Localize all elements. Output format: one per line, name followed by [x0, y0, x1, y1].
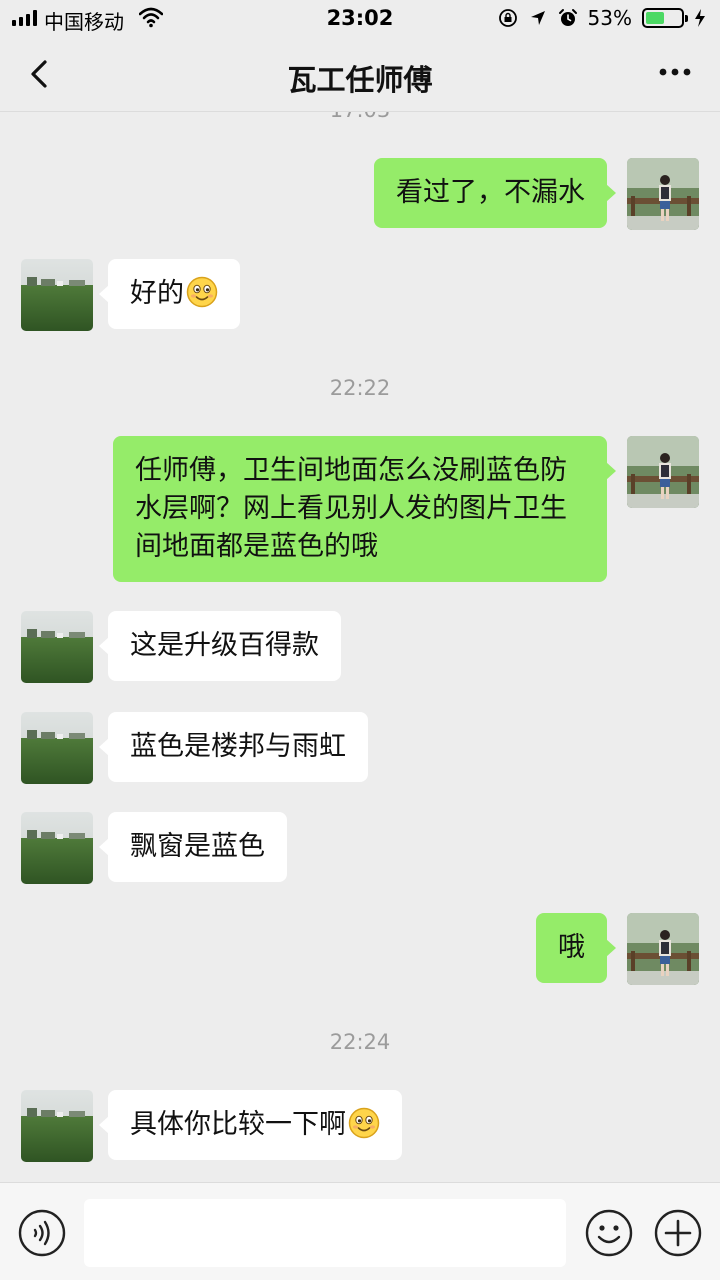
- my-avatar[interactable]: [627, 436, 699, 508]
- alarm-icon: [558, 9, 577, 26]
- message-text: 看过了，不漏水: [396, 177, 585, 208]
- location-icon: [530, 11, 545, 25]
- chat-title: 瓦工任师傅: [287, 63, 433, 97]
- message-text: 蓝色是楼邦与雨虹: [130, 731, 346, 762]
- contact-avatar[interactable]: [21, 712, 93, 784]
- rotation-lock-icon: [498, 9, 517, 27]
- smile-emoji-icon: [186, 276, 218, 308]
- message-bubble-incoming[interactable]: 好的: [99, 259, 240, 329]
- message-bubble-incoming[interactable]: 具体你比较一下啊: [99, 1090, 402, 1160]
- my-avatar[interactable]: [627, 913, 699, 985]
- contact-avatar[interactable]: [21, 611, 93, 683]
- message-text: 任师傅，卫生间地面怎么没刷蓝色防水层啊？网上看见别人发的图片卫生间地面都是蓝色的…: [135, 455, 567, 562]
- timestamp: 22:22: [329, 376, 391, 400]
- smile-emoji-icon: [348, 1107, 380, 1139]
- battery-percent: 53%: [587, 6, 632, 30]
- message-bubble-outgoing[interactable]: 任师傅，卫生间地面怎么没刷蓝色防水层啊？网上看见别人发的图片卫生间地面都是蓝色的…: [113, 436, 616, 582]
- nav-bar: 瓦工任师傅: [0, 38, 720, 112]
- contact-avatar[interactable]: [21, 259, 93, 331]
- chat-area[interactable]: 17:03 看过了，不漏水 好的 22:22 任师傅，卫生间地面怎么没刷蓝色防水…: [0, 112, 720, 1182]
- emoji-icon[interactable]: [585, 1209, 633, 1257]
- battery-fill: [646, 12, 665, 24]
- my-avatar[interactable]: [627, 158, 699, 230]
- message-text: 这是升级百得款: [130, 630, 319, 661]
- input-bar: [0, 1182, 720, 1280]
- message-bubble-incoming[interactable]: 飘窗是蓝色: [99, 812, 287, 882]
- voice-icon[interactable]: [18, 1209, 66, 1257]
- message-text: 好的: [130, 278, 184, 309]
- contact-avatar[interactable]: [21, 1090, 93, 1162]
- message-bubble-outgoing[interactable]: 看过了，不漏水: [374, 158, 616, 228]
- message-input[interactable]: [84, 1199, 566, 1267]
- plus-icon[interactable]: [654, 1209, 702, 1257]
- message-text: 飘窗是蓝色: [130, 831, 265, 862]
- message-text: 具体你比较一下啊: [130, 1109, 346, 1140]
- battery-icon: [642, 8, 688, 28]
- message-text: 哦: [558, 932, 585, 963]
- more-dots-icon[interactable]: [658, 66, 692, 78]
- timestamp: 22:24: [329, 1030, 391, 1054]
- contact-avatar[interactable]: [21, 812, 93, 884]
- message-bubble-incoming[interactable]: 蓝色是楼邦与雨虹: [99, 712, 368, 782]
- status-bar: 中国移动 23:02 53%: [0, 0, 720, 38]
- message-bubble-outgoing[interactable]: 哦: [536, 913, 616, 983]
- timestamp-partial: 17:03: [0, 112, 720, 122]
- charging-icon: [695, 9, 705, 27]
- message-bubble-incoming[interactable]: 这是升级百得款: [99, 611, 341, 681]
